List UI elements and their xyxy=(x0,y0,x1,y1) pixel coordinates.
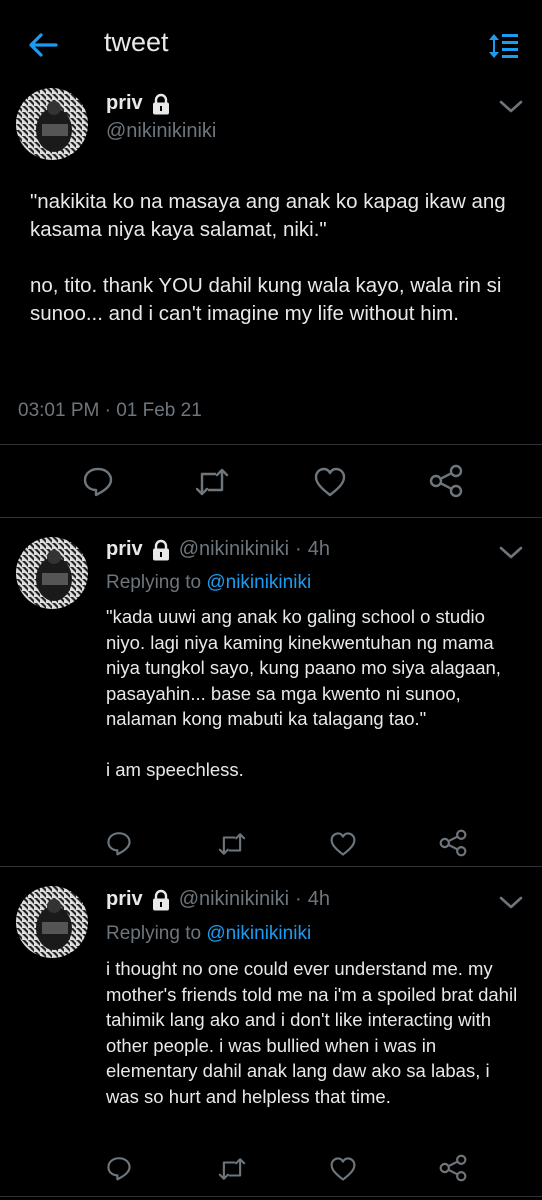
lock-icon xyxy=(152,539,169,560)
divider xyxy=(0,444,542,445)
author-handle[interactable]: @nikinikiniki xyxy=(179,538,289,561)
like-icon[interactable] xyxy=(329,831,357,857)
author-handle[interactable]: @nikinikiniki xyxy=(106,120,216,143)
reply-time[interactable]: 4h xyxy=(308,538,330,561)
chevron-down-icon[interactable] xyxy=(498,543,524,561)
divider xyxy=(0,866,542,867)
tweet-timestamp[interactable]: 03:01 PM · 01 Feb 21 xyxy=(18,400,202,422)
display-name[interactable]: priv xyxy=(106,92,143,115)
separator-dot: · xyxy=(295,538,302,560)
sort-lines-icon[interactable] xyxy=(488,31,520,61)
retweet-icon[interactable] xyxy=(217,1156,247,1182)
reply-avatar[interactable] xyxy=(16,886,88,958)
replying-to-handle[interactable]: @nikinikiniki xyxy=(206,572,311,593)
chevron-down-icon[interactable] xyxy=(498,97,524,115)
avatar[interactable] xyxy=(16,88,88,160)
display-name[interactable]: priv xyxy=(106,888,143,911)
replying-to: Replying to @nikinikiniki xyxy=(106,572,311,594)
divider xyxy=(0,517,542,518)
tweet-text: "nakikita ko na masaya ang anak ko kapag… xyxy=(30,190,506,325)
lock-icon xyxy=(152,889,169,910)
reply-text: "kada uuwi ang anak ko galing school o s… xyxy=(106,606,501,780)
like-icon[interactable] xyxy=(313,466,347,498)
chevron-down-icon[interactable] xyxy=(498,893,524,911)
retweet-icon[interactable] xyxy=(217,831,247,857)
replying-to-label: Replying to xyxy=(106,923,202,944)
display-name[interactable]: priv xyxy=(106,538,143,561)
share-icon[interactable] xyxy=(438,1154,468,1182)
like-icon[interactable] xyxy=(329,1156,357,1182)
separator-dot: · xyxy=(295,888,302,910)
arrow-left-icon[interactable] xyxy=(26,28,60,62)
reply-time[interactable]: 4h xyxy=(308,888,330,911)
lock-icon xyxy=(152,93,169,114)
author-handle[interactable]: @nikinikiniki xyxy=(179,888,289,911)
top-bar: tweet xyxy=(0,0,542,92)
share-icon[interactable] xyxy=(438,829,468,857)
reply-text: i thought no one could ever understand m… xyxy=(106,958,523,1107)
author-name-row[interactable]: priv xyxy=(106,92,171,115)
reply-icon[interactable] xyxy=(82,465,114,497)
reply-avatar[interactable] xyxy=(16,537,88,609)
retweet-icon[interactable] xyxy=(194,466,230,498)
page-title: tweet xyxy=(104,27,169,57)
replying-to: Replying to @nikinikiniki xyxy=(106,923,311,945)
reply-icon[interactable] xyxy=(106,830,132,856)
replying-to-handle[interactable]: @nikinikiniki xyxy=(206,923,311,944)
share-icon[interactable] xyxy=(428,464,464,498)
divider xyxy=(0,1196,542,1197)
reply-icon[interactable] xyxy=(106,1155,132,1181)
reply-author-row[interactable]: priv @nikinikiniki · 4h xyxy=(106,888,330,911)
reply-author-row[interactable]: priv @nikinikiniki · 4h xyxy=(106,538,330,561)
replying-to-label: Replying to xyxy=(106,572,202,593)
